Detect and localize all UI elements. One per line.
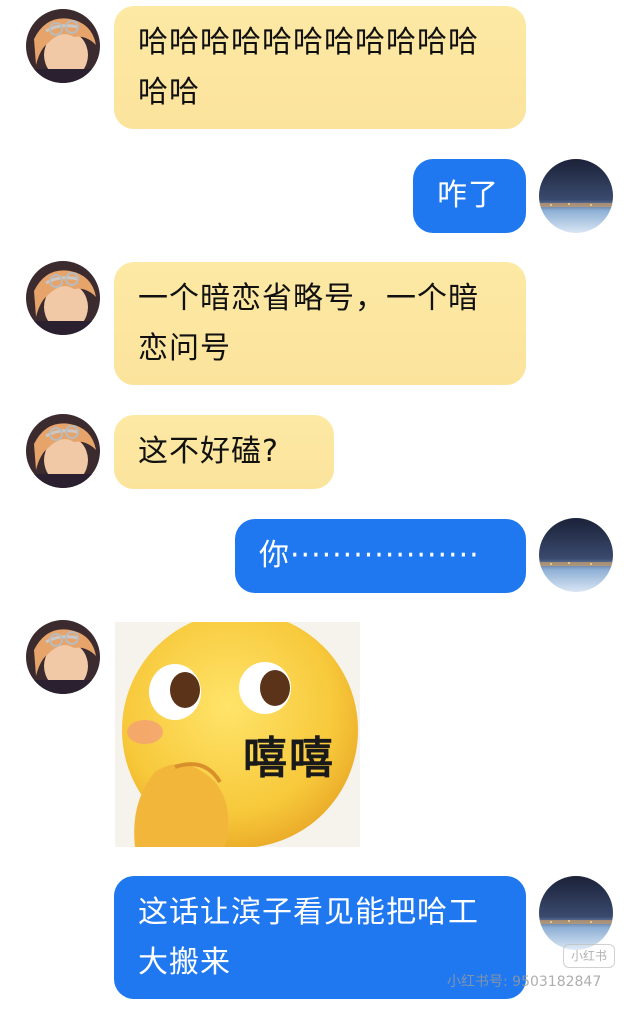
message-text: 你·················· <box>259 538 480 573</box>
user-avatar[interactable] <box>539 876 613 950</box>
sticker-caption: 嘻嘻 <box>243 733 335 784</box>
message-text: 这话让滨子看见能把哈工大搬来 <box>138 895 479 980</box>
message-bubble-incoming[interactable]: 一个暗恋省略号，一个暗恋问号 <box>114 262 526 385</box>
contact-avatar[interactable] <box>26 261 100 335</box>
chat-thread: 哈哈哈哈哈哈哈哈哈哈哈哈哈 咋了 一个暗恋省略号，一个暗恋问号 这不好磕? 你·… <box>0 0 640 1009</box>
message-text: 一个暗恋省略号，一个暗恋问号 <box>138 281 479 366</box>
watermark-badge: 小红书 <box>563 944 615 968</box>
contact-avatar[interactable] <box>26 620 100 694</box>
message-bubble-incoming[interactable]: 哈哈哈哈哈哈哈哈哈哈哈哈哈 <box>114 6 526 129</box>
sticker-image[interactable]: 嘻嘻 <box>115 622 360 847</box>
contact-avatar[interactable] <box>26 414 100 488</box>
message-bubble-incoming[interactable]: 这不好磕? <box>114 415 334 489</box>
message-bubble-outgoing[interactable]: 你·················· <box>235 519 526 593</box>
message-text: 哈哈哈哈哈哈哈哈哈哈哈哈哈 <box>138 25 479 110</box>
watermark-text: 小红书号: 9503182847 <box>447 974 602 990</box>
message-bubble-outgoing[interactable]: 咋了 <box>413 159 526 233</box>
user-avatar[interactable] <box>539 518 613 592</box>
message-text: 这不好磕? <box>138 434 279 469</box>
message-text: 咋了 <box>437 178 499 213</box>
contact-avatar[interactable] <box>26 9 100 83</box>
user-avatar[interactable] <box>539 159 613 233</box>
